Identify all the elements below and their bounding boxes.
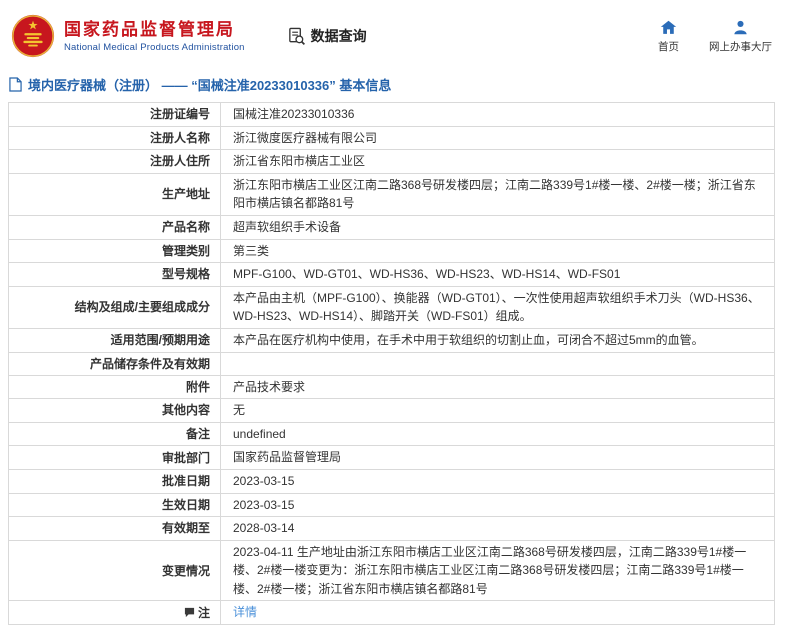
row-label-text: 型号规格 (161, 267, 210, 282)
row-value: 2023-03-15 (220, 492, 775, 518)
row-label: 生效日期 (8, 492, 221, 518)
nav-home[interactable]: 首页 (658, 19, 679, 54)
row-label: 注册人名称 (8, 125, 221, 151)
row-label-text: 注册人名称 (149, 130, 210, 145)
row-label: 注册人住所 (8, 149, 221, 174)
table-row: 生效日期 2023-03-15 (8, 492, 775, 518)
page-title: 境内医疗器械（注册） —— “国械注准20233010336” 基本信息 (28, 78, 392, 93)
table-row: 适用范围/预期用途 本产品在医疗机构中使用，在手术中用于软组织的切割止血，可闭合… (8, 327, 775, 353)
row-label-text: 变更情况 (161, 563, 210, 578)
page-title-bar: 境内医疗器械（注册） —— “国械注准20233010336” 基本信息 (0, 68, 790, 100)
row-label: 变更情况 (8, 539, 221, 602)
row-value: 国械注准20233010336 (220, 102, 775, 127)
row-label: 生产地址 (8, 172, 221, 216)
row-label: 其他内容 (8, 398, 221, 423)
table-row: 变更情况 2023-04-11 生产地址由浙江东阳市横店工业区江南二路368号研… (8, 539, 775, 602)
row-label: 备注 (8, 421, 221, 447)
info-table-body: 注册证编号 国械注准20233010336 注册人名称 浙江微度医疗器械有限公司… (8, 102, 775, 625)
row-value: 无 (220, 398, 775, 423)
row-label: 结构及组成/主要组成成分 (8, 285, 221, 329)
note-icon (184, 607, 195, 618)
table-row: 结构及组成/主要组成成分 本产品由主机（MPF-G100）、换能器（WD-GT0… (8, 285, 775, 329)
row-label: 型号规格 (8, 262, 221, 287)
table-row: 型号规格 MPF-G100、WD-GT01、WD-HS36、WD-HS23、WD… (8, 262, 775, 287)
row-value: 2023-04-11 生产地址由浙江东阳市横店工业区江南二路368号研发楼四层，… (220, 539, 775, 602)
row-label-text: 有效期至 (161, 521, 210, 536)
registration-info-table: 注册证编号 国械注准20233010336 注册人名称 浙江微度医疗器械有限公司… (8, 102, 775, 625)
row-label-text: 生产地址 (161, 187, 210, 202)
row-value: 本产品在医疗机构中使用，在手术中用于软组织的切割止血，可闭合不超过5mm的血管。 (220, 327, 775, 353)
nav-hall-label: 网上办事大厅 (709, 40, 772, 53)
person-icon (732, 19, 749, 36)
table-row: 生产地址 浙江东阳市横店工业区江南二路368号研发楼四层；江南二路339号1#楼… (8, 172, 775, 216)
row-value: 浙江省东阳市横店工业区 (220, 149, 775, 174)
row-label-text: 备注 (185, 427, 210, 442)
table-row: 附件 产品技术要求 (8, 374, 775, 400)
row-label-text: 其他内容 (161, 403, 210, 418)
org-name-en: National Medical Products Administration (64, 41, 245, 53)
table-row: 注册证编号 国械注准20233010336 (8, 102, 775, 127)
row-label: 有效期至 (8, 516, 221, 541)
table-row: 管理类别 第三类 (8, 238, 775, 264)
header-right-nav: 首页 网上办事大厅 (658, 19, 772, 54)
table-row: 批准日期 2023-03-15 (8, 468, 775, 494)
table-row: 其他内容 无 (8, 398, 775, 423)
nav-data-query[interactable]: 数据查询 (287, 26, 367, 46)
table-row: 备注 undefined (8, 421, 775, 447)
row-label-text: 结构及组成/主要组成成分 (74, 300, 210, 315)
table-row: 产品名称 超声软组织手术设备 (8, 214, 775, 240)
home-icon (660, 19, 677, 36)
row-label-text: 审批部门 (161, 450, 210, 465)
row-value: MPF-G100、WD-GT01、WD-HS36、WD-HS23、WD-HS14… (220, 262, 775, 287)
row-label-text: 管理类别 (161, 243, 210, 258)
row-label-text: 产品储存条件及有效期 (89, 356, 210, 371)
row-label-text: 适用范围/预期用途 (110, 333, 210, 348)
row-label-text: 批准日期 (161, 474, 210, 489)
row-value: 浙江微度医疗器械有限公司 (220, 125, 775, 151)
row-label: 产品储存条件及有效期 (8, 351, 221, 376)
table-row: 注 详情 (8, 600, 775, 625)
row-label: 审批部门 (8, 445, 221, 470)
table-row: 产品储存条件及有效期 (8, 351, 775, 376)
row-label-text: 注册证编号 (149, 107, 210, 122)
row-value: 2028-03-14 (220, 516, 775, 541)
site-header: 国家药品监督管理局 National Medical Products Admi… (0, 0, 790, 68)
data-query-icon (287, 27, 306, 46)
detail-link[interactable]: 详情 (233, 605, 257, 619)
row-value: 超声软组织手术设备 (220, 214, 775, 240)
row-value: 本产品由主机（MPF-G100）、换能器（WD-GT01）、一次性使用超声软组织… (220, 285, 775, 329)
row-label: 批准日期 (8, 468, 221, 494)
table-row: 注册人名称 浙江微度医疗器械有限公司 (8, 125, 775, 151)
nav-service-hall[interactable]: 网上办事大厅 (709, 19, 772, 54)
row-label-text: 附件 (185, 379, 210, 394)
row-value: 详情 (220, 600, 775, 625)
nmpa-emblem-logo (10, 13, 56, 59)
table-row: 审批部门 国家药品监督管理局 (8, 445, 775, 470)
row-value (220, 351, 775, 376)
org-names: 国家药品监督管理局 National Medical Products Admi… (64, 19, 245, 52)
table-row: 注册人住所 浙江省东阳市横店工业区 (8, 149, 775, 174)
row-label-text: 注册人住所 (149, 154, 210, 169)
row-label-text: 产品名称 (161, 220, 210, 235)
row-value: 第三类 (220, 238, 775, 264)
org-name-cn: 国家药品监督管理局 (64, 20, 235, 40)
row-value: undefined (220, 421, 775, 447)
row-label-text: 注 (197, 605, 210, 620)
row-value: 产品技术要求 (220, 374, 775, 400)
row-label: 注 (8, 600, 221, 625)
table-row: 有效期至 2028-03-14 (8, 516, 775, 541)
data-query-label: 数据查询 (310, 28, 367, 44)
row-label: 适用范围/预期用途 (8, 327, 221, 353)
row-label-text: 生效日期 (161, 497, 210, 512)
row-label: 附件 (8, 374, 221, 400)
row-value: 2023-03-15 (220, 468, 775, 494)
row-value: 浙江东阳市横店工业区江南二路368号研发楼四层；江南二路339号1#楼一楼、2#… (220, 172, 775, 216)
row-label: 产品名称 (8, 214, 221, 240)
row-label: 管理类别 (8, 238, 221, 264)
nav-home-label: 首页 (658, 40, 679, 53)
row-value: 国家药品监督管理局 (220, 445, 775, 470)
row-label: 注册证编号 (8, 102, 221, 127)
document-icon (9, 77, 22, 92)
